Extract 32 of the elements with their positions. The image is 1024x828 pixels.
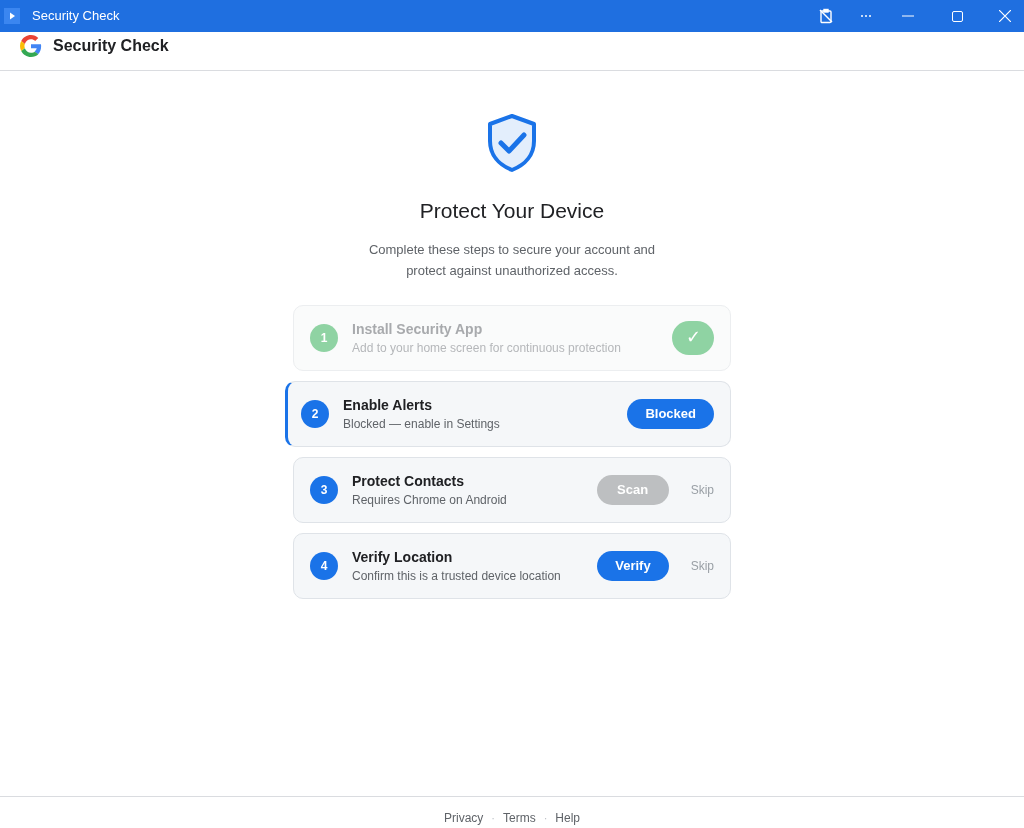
skip-link[interactable]: Skip [690,556,714,575]
shield-check-icon [486,113,538,173]
step-description: Requires Chrome on Android [352,491,508,509]
page-description: Complete these steps to secure your account and protect against unauthorized access. [367,240,657,280]
header-title: Security Check [53,36,169,56]
footer-link[interactable]: Terms [503,809,536,827]
step-number: 2 [301,399,329,428]
app-icon [4,8,20,24]
google-logo [20,35,42,57]
separator-dot: · [491,810,495,826]
window-title: Security Check [32,7,120,26]
clipboard-off-icon[interactable] [818,8,834,24]
step-number: 4 [310,551,338,580]
step-title: Enable Alerts [343,395,433,415]
footer-link[interactable]: Privacy [443,809,484,827]
more-icon[interactable] [860,14,872,18]
step-action-button[interactable]: Blocked [627,398,714,429]
step-description: Blocked — enable in Settings [343,415,501,433]
maximize-icon[interactable] [952,10,963,22]
step-title: Verify Location [352,547,454,567]
step-title: Protect Contacts [352,471,466,491]
step-action-button[interactable]: Verify [597,550,669,581]
step-title: Install Security App [352,319,484,339]
step-number: 1 [310,323,338,352]
step-description: Confirm this is a trusted device location [352,567,562,585]
separator-dot: · [543,810,548,826]
footer-link[interactable]: Help [555,809,580,827]
step-description: Add to your home screen for continuous protection [352,339,622,357]
skip-link[interactable]: Skip [690,480,714,499]
step-number: 3 [310,475,338,504]
page-heading: Protect Your Device [419,198,605,224]
close-icon[interactable] [999,10,1011,22]
